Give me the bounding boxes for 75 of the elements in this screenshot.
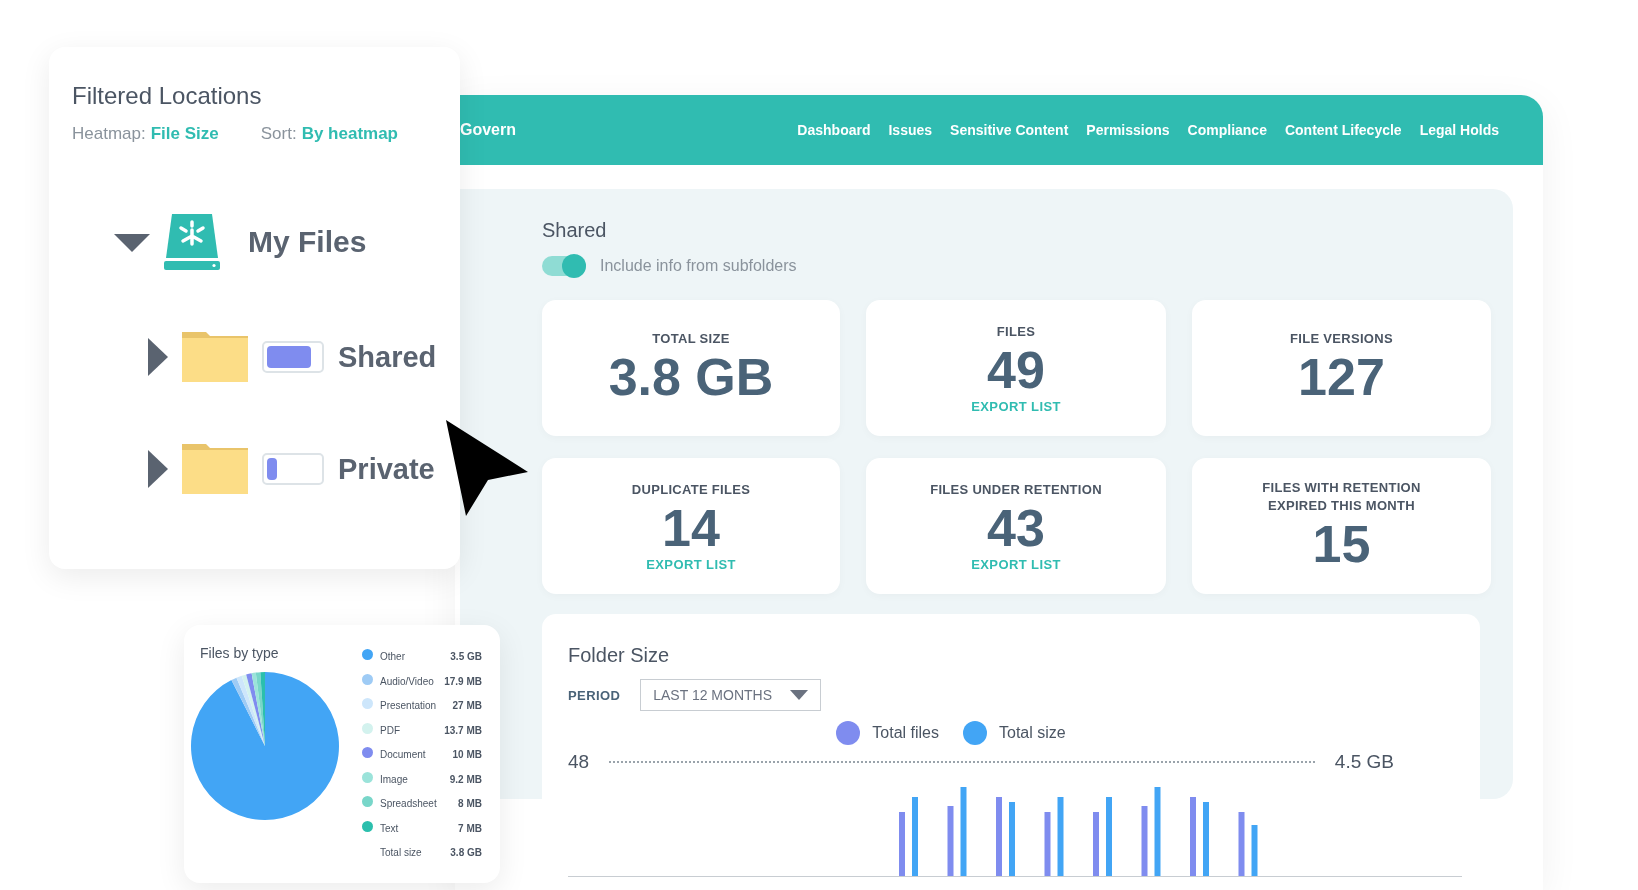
caret-icon [790, 690, 809, 700]
stat-label: FILES [996, 322, 1036, 341]
legend-label: Audio/Video [380, 674, 435, 687]
heatmap-label: Heatmap: [72, 124, 146, 144]
toggle-switch[interactable] [542, 256, 586, 276]
stat-value: 43 [987, 498, 1045, 557]
sort-label: Sort: [260, 124, 297, 144]
legend-label: PDF [380, 723, 401, 736]
card-title: Folder Size [568, 644, 671, 667]
stat-label: TOTAL SIZE [652, 330, 730, 348]
card-title: Files by type [200, 645, 280, 661]
stat-value: 15 [1312, 515, 1371, 573]
nav-link[interactable]: Compliance [1187, 122, 1267, 138]
nav-link[interactable]: Issues [888, 122, 933, 138]
expand-triangle-icon[interactable] [148, 450, 168, 488]
legend-value: 13.7 MB [444, 723, 482, 736]
export-link[interactable]: EXPORT LIST [971, 556, 1061, 572]
tree-item-label[interactable]: Private [338, 452, 435, 486]
legend-label: Text [380, 821, 400, 834]
legend-value: 3.5 GB [450, 650, 482, 662]
sort-link[interactable]: By heatmap [301, 124, 398, 144]
brand-name: Govern [460, 121, 516, 139]
legend-value: 17.9 MB [444, 674, 482, 687]
stat-label: FILE VERSIONS [1290, 330, 1393, 348]
tree-item-label[interactable]: Shared [338, 340, 437, 374]
period-dropdown[interactable]: LAST 12 MONTHS [640, 679, 822, 711]
stat-label: DUPLICATE FILES [631, 480, 751, 499]
bar [899, 812, 905, 877]
legend-label: Other [380, 650, 406, 662]
toggle-label: Include info from subfolders [600, 257, 797, 275]
folder-icon [182, 332, 248, 382]
export-link[interactable]: EXPORT LIST [971, 398, 1061, 414]
legend-value: 7 MB [458, 821, 482, 834]
expand-triangle-icon[interactable] [148, 338, 168, 376]
drive-icon [164, 214, 220, 270]
bar [1238, 812, 1245, 877]
stat-label: FILES WITH RETENTION EXPIRED THIS MONTH [1261, 479, 1422, 515]
cursor-arrow-icon [446, 420, 528, 516]
nav-link[interactable]: Sensitive Content [950, 122, 1069, 138]
nav-link[interactable]: Legal Holds [1419, 122, 1499, 138]
stat-value: 49 [987, 340, 1045, 399]
legend-label: Presentation [380, 699, 438, 711]
stat-value: 14 [662, 498, 720, 557]
collapse-triangle-icon[interactable] [114, 232, 150, 252]
stat-value: 127 [1298, 348, 1385, 406]
section-title: Shared [542, 219, 608, 242]
bar [1141, 806, 1148, 877]
legend-value: 3.8 GB [450, 846, 482, 858]
bar [1044, 812, 1051, 877]
legend-label: Total files [872, 724, 939, 742]
nav-link[interactable]: Content Lifecycle [1284, 122, 1402, 138]
period-label: PERIOD [568, 687, 621, 703]
legend-label: Document [380, 748, 427, 760]
legend-label: Image [380, 772, 409, 785]
bar [1093, 812, 1099, 877]
folder-icon [182, 444, 248, 494]
bar [1251, 825, 1258, 877]
legend-value: 9.2 MB [449, 772, 482, 785]
bar [947, 806, 954, 877]
legend-value: 8 MB [458, 797, 482, 809]
axis-value: 48 [568, 751, 590, 773]
nav-link[interactable]: Permissions [1086, 122, 1170, 138]
legend-label: Total size [999, 724, 1066, 742]
heatmap-link[interactable]: File Size [150, 124, 219, 144]
legend-label: Spreadsheet [380, 797, 438, 809]
export-link[interactable]: EXPORT LIST [646, 556, 736, 572]
card-title: Filtered Locations [72, 82, 263, 110]
stat-value: 3.8 GB [608, 348, 774, 406]
legend-value: 27 MB [452, 699, 482, 711]
axis-value: 4.5 GB [1334, 751, 1394, 773]
legend-label: Total size [380, 846, 423, 858]
legend-value: 10 MB [452, 748, 482, 760]
stat-label: FILES UNDER RETENTION [930, 480, 1102, 499]
tree-item-label[interactable]: My Files [248, 225, 367, 259]
nav-link[interactable]: Dashboard [797, 122, 871, 138]
